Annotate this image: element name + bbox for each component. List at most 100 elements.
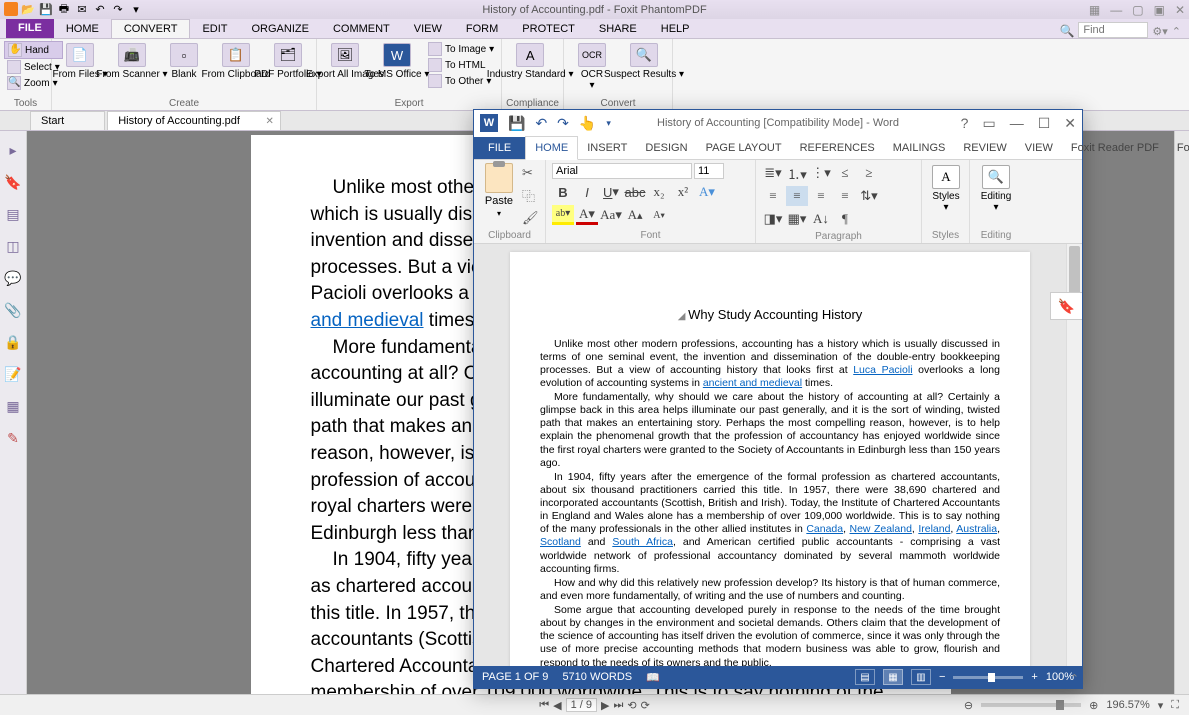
touch-mode-icon[interactable]: 👆 [579, 115, 596, 132]
cut-icon[interactable]: ✂ [522, 165, 539, 181]
align-right-button[interactable]: ≡ [810, 186, 832, 206]
web-layout-icon[interactable]: ▥ [911, 669, 931, 685]
pages-icon[interactable]: ▤ [4, 205, 22, 223]
suspect-results-button[interactable]: 🔍Suspect Results ▾ [620, 41, 668, 82]
copy-icon[interactable]: ⿻ [522, 186, 539, 205]
last-page-icon[interactable]: ⏭ [613, 699, 623, 712]
to-image-button[interactable]: To Image ▾ [425, 41, 497, 57]
wlink-canada[interactable]: Canada [806, 523, 843, 535]
wtab-design[interactable]: DESIGN [636, 137, 696, 159]
wlink-ireland[interactable]: Ireland [918, 523, 950, 535]
redo-icon[interactable]: ↷ [110, 2, 126, 18]
foxit-scrollbar[interactable] [1174, 131, 1189, 694]
sort-button[interactable]: A↓ [810, 209, 832, 229]
maximize-child-icon[interactable]: ▣ [1154, 3, 1165, 17]
first-page-icon[interactable]: ⏮ [539, 699, 549, 712]
tab-home[interactable]: HOME [54, 20, 111, 38]
help-icon[interactable]: ? [961, 115, 969, 132]
text-effects-button[interactable]: A▾ [696, 182, 718, 202]
font-color-button[interactable]: A▾ [576, 205, 598, 225]
tab-help[interactable]: HELP [649, 20, 702, 38]
search-icon[interactable]: 🔍 [1059, 24, 1074, 38]
increase-indent-button[interactable]: ≥ [858, 163, 880, 183]
align-left-button[interactable]: ≡ [762, 186, 784, 206]
wlink-pacioli[interactable]: Luca Pacioli [853, 364, 912, 376]
wtab-view[interactable]: VIEW [1016, 137, 1062, 159]
wlink-nz[interactable]: New Zealand [850, 523, 912, 535]
wlink-sa[interactable]: South Africa [612, 536, 673, 548]
qat-dropdown-icon[interactable]: ▾ [128, 2, 144, 18]
print-layout-icon[interactable]: ▦ [883, 669, 903, 685]
measure-icon[interactable]: ✎ [4, 429, 22, 447]
undo-icon[interactable]: ↶ [92, 2, 108, 18]
signatures-icon[interactable]: 📝 [4, 365, 22, 383]
tab-protect[interactable]: PROTECT [510, 20, 587, 38]
zoom-slider[interactable] [981, 703, 1081, 707]
font-size-input[interactable] [694, 163, 724, 179]
font-name-input[interactable] [552, 163, 692, 179]
tab-edit[interactable]: EDIT [190, 20, 239, 38]
qat-dropdown-icon[interactable]: ▾ [606, 118, 611, 129]
editing-button[interactable]: 🔍Editing▾ [976, 163, 1016, 228]
next-page-icon[interactable]: ▶ [601, 699, 609, 712]
page-input[interactable]: 1 / 9 [566, 698, 597, 712]
zoom-slider[interactable] [953, 676, 1023, 679]
to-ms-office-button[interactable]: WTo MS Office ▾ [373, 41, 421, 82]
tab-file[interactable]: FILE [6, 18, 54, 38]
security-icon[interactable]: 🔒 [4, 333, 22, 351]
restore-icon[interactable]: ▢ [1132, 3, 1143, 17]
wlink-australia[interactable]: Australia [956, 523, 997, 535]
settings-icon[interactable]: ⚙▾ [1152, 25, 1167, 38]
from-scanner-button[interactable]: 📠From Scanner ▾ [108, 41, 156, 82]
change-case-button[interactable]: Aa▾ [600, 205, 622, 225]
panel-toggle-icon[interactable]: ▸ [4, 141, 22, 159]
ribbon-collapse-icon[interactable]: ⌃ [1172, 25, 1181, 38]
tab-view[interactable]: VIEW [402, 20, 454, 38]
line-spacing-button[interactable]: ⇅▾ [858, 186, 880, 206]
grow-font-button[interactable]: A▴ [624, 205, 646, 225]
wtab-pagelayout[interactable]: PAGE LAYOUT [697, 137, 791, 159]
fit-width-icon[interactable]: ⛶ [1171, 699, 1179, 712]
shrink-font-button[interactable]: A▾ [648, 205, 670, 225]
redo-icon[interactable]: ↷ [557, 115, 569, 132]
wlink-scotland[interactable]: Scotland [540, 536, 581, 548]
find-input[interactable] [1078, 22, 1148, 38]
layers-icon[interactable]: ◫ [4, 237, 22, 255]
justify-button[interactable]: ≡ [834, 186, 856, 206]
fields-icon[interactable]: ▦ [4, 397, 22, 415]
save-icon[interactable]: 💾 [508, 115, 525, 132]
paste-button[interactable]: Paste▾ [480, 163, 518, 228]
bold-button[interactable]: B [552, 182, 574, 202]
italic-button[interactable]: I [576, 182, 598, 202]
save-icon[interactable]: 💾 [38, 2, 54, 18]
wtab-references[interactable]: REFERENCES [791, 137, 884, 159]
print-icon[interactable]: 🖶 [56, 2, 72, 18]
wtab-foxitpdf[interactable]: Foxit PDF [1168, 137, 1189, 159]
undo-icon[interactable]: ↶ [535, 115, 547, 132]
email-icon[interactable]: ✉ [74, 2, 90, 18]
minimize-icon[interactable]: ― [1110, 3, 1122, 17]
highlight-button[interactable]: ab▾ [552, 205, 574, 225]
decrease-indent-button[interactable]: ≤ [834, 163, 856, 183]
spellcheck-icon[interactable]: 📖 [646, 671, 660, 684]
tab-organize[interactable]: ORGANIZE [240, 20, 321, 38]
tab-form[interactable]: FORM [454, 20, 510, 38]
align-center-button[interactable]: ≡ [786, 186, 808, 206]
zoom-out-icon[interactable]: − [939, 671, 945, 683]
export-all-button[interactable]: 🖼Export All Images [321, 41, 369, 82]
ocr-button[interactable]: OCROCR▾ [568, 41, 616, 93]
close-icon[interactable]: ✕ [1175, 3, 1185, 17]
collapse-ribbon-icon[interactable]: ⌃ [1070, 672, 1079, 685]
comments-icon[interactable]: 💬 [4, 269, 22, 287]
bullets-button[interactable]: ≣▾ [762, 163, 784, 183]
doctab-history[interactable]: History of Accounting.pdf✕ [107, 111, 281, 130]
page-indicator[interactable]: PAGE 1 OF 9 [482, 671, 548, 683]
word-document-area[interactable]: ◢ Why Study Accounting History Unlike mo… [474, 244, 1082, 666]
superscript-button[interactable]: x² [672, 182, 694, 202]
wtab-review[interactable]: REVIEW [954, 137, 1015, 159]
wlink-ancient[interactable]: ancient and medieval [703, 377, 802, 389]
numbering-button[interactable]: ⒈▾ [786, 163, 808, 183]
multilevel-button[interactable]: ⋮▾ [810, 163, 832, 183]
bookmarks-icon[interactable]: 🔖 [4, 173, 22, 191]
minimize-icon[interactable]: ― [1010, 115, 1024, 132]
